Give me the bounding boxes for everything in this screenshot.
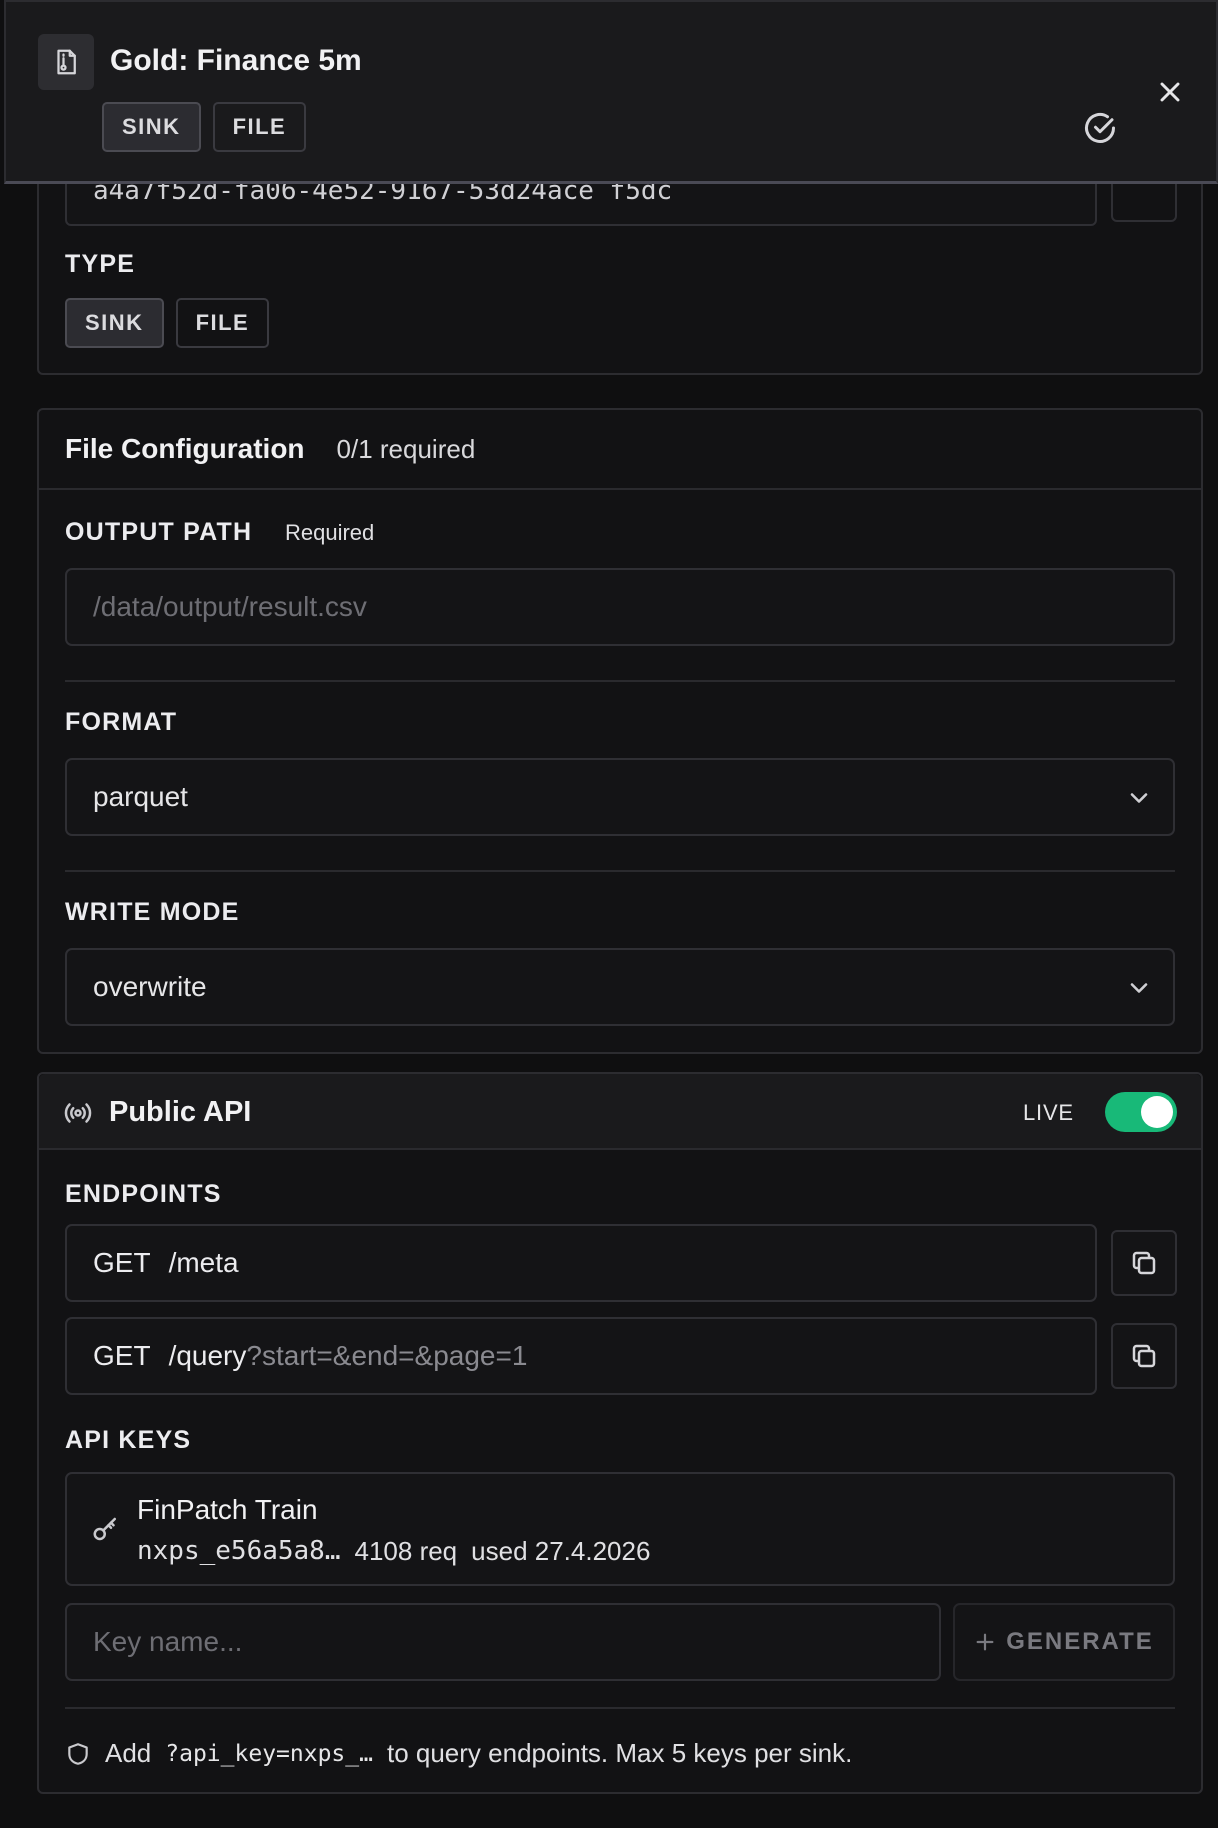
header-tags: SINK FILE [102, 102, 307, 152]
api-key-last-used: used 27.4.2026 [471, 1536, 651, 1566]
footnote-code: ?api_key=nxps_… [165, 1740, 373, 1767]
panel-header: Gold: Finance 5m SINK FILE [4, 0, 1218, 184]
endpoint-path: /query [168, 1340, 247, 1371]
panel-title: Gold: Finance 5m [110, 44, 362, 77]
tag-sink: SINK [102, 102, 201, 152]
footnote-suffix: to query endpoints. Max 5 keys per sink. [386, 1738, 853, 1768]
type-option-sink[interactable]: SINK [65, 298, 164, 348]
api-key-meta: nxps_e56a5a8… 4108 req used 27.4.2026 [137, 1536, 650, 1567]
divider [65, 1707, 1175, 1709]
write-mode-value: overwrite [93, 971, 207, 1002]
format-value: parquet [93, 781, 188, 812]
copy-icon [1132, 1344, 1156, 1368]
generate-key-button[interactable]: GENERATE [953, 1603, 1175, 1681]
write-mode-label: WRITE MODE [65, 898, 240, 926]
endpoint-method: GET [93, 1340, 151, 1371]
tag-file: FILE [212, 102, 307, 152]
public-api-card: Public API LIVE ENDPOINTS GET /meta GET … [37, 1072, 1203, 1794]
toggle-knob [1141, 1096, 1173, 1128]
chevron-down-icon [1130, 793, 1148, 803]
endpoint-method: GET [93, 1247, 151, 1278]
public-api-title: Public API [109, 1096, 252, 1128]
plus-icon [976, 1633, 994, 1651]
endpoint-path: /meta [168, 1247, 239, 1278]
generate-label: GENERATE [1006, 1628, 1154, 1655]
live-toggle[interactable] [1105, 1092, 1177, 1132]
shield-icon [68, 1742, 88, 1765]
required-progress: 0/1 required [336, 433, 476, 464]
close-icon[interactable] [1154, 76, 1186, 108]
endpoints-label: ENDPOINTS [65, 1180, 222, 1208]
divider [65, 680, 1175, 682]
copy-endpoint-button[interactable] [1111, 1323, 1177, 1389]
footnote-prefix: Add [105, 1738, 152, 1768]
chevron-down-icon [1130, 983, 1148, 993]
format-select[interactable]: parquet [65, 758, 1175, 836]
file-configuration-title: File Configuration [65, 433, 305, 464]
divider [65, 870, 1175, 872]
api-key-prefix: nxps_e56a5a8… [137, 1536, 341, 1566]
key-name-input[interactable]: Key name... [65, 1603, 941, 1681]
format-label: FORMAT [65, 708, 178, 736]
check-circle-icon[interactable] [1082, 110, 1118, 146]
key-icon [93, 1517, 116, 1541]
type-label: TYPE [65, 250, 136, 278]
api-keys-label: API KEYS [65, 1426, 192, 1454]
type-option-file[interactable]: FILE [175, 298, 270, 348]
api-key-item[interactable]: FinPatch Train nxps_e56a5a8… 4108 req us… [65, 1472, 1175, 1586]
write-mode-select[interactable]: overwrite [65, 948, 1175, 1026]
output-path-input[interactable]: /data/output/result.csv [65, 568, 1175, 646]
type-selector: SINK FILE [65, 298, 270, 348]
broadcast-icon [64, 1103, 92, 1123]
file-configuration-card: File Configuration 0/1 required OUTPUT P… [37, 408, 1203, 1054]
api-key-footnote: Add ?api_key=nxps_… to query endpoints. … [65, 1738, 852, 1769]
api-key-requests: 4108 req [354, 1536, 458, 1566]
required-badge: Required [285, 520, 375, 545]
file-sink-icon [38, 34, 94, 90]
output-path-label: OUTPUT PATH [65, 518, 253, 546]
endpoint-query-string: ?start=&end=&page=1 [246, 1340, 528, 1371]
endpoint-row-meta[interactable]: GET /meta [65, 1224, 1097, 1302]
endpoint-row-query[interactable]: GET /query ?start=&end=&page=1 [65, 1317, 1097, 1395]
public-api-header: Public API LIVE [39, 1074, 1201, 1150]
live-status-label: LIVE [1023, 1100, 1074, 1125]
output-path-placeholder: /data/output/result.csv [93, 591, 367, 622]
file-configuration-header: File Configuration 0/1 required [39, 410, 1201, 490]
copy-icon [1132, 1251, 1156, 1275]
api-key-name: FinPatch Train [137, 1494, 318, 1525]
copy-endpoint-button[interactable] [1111, 1230, 1177, 1296]
key-name-placeholder: Key name... [93, 1626, 243, 1657]
